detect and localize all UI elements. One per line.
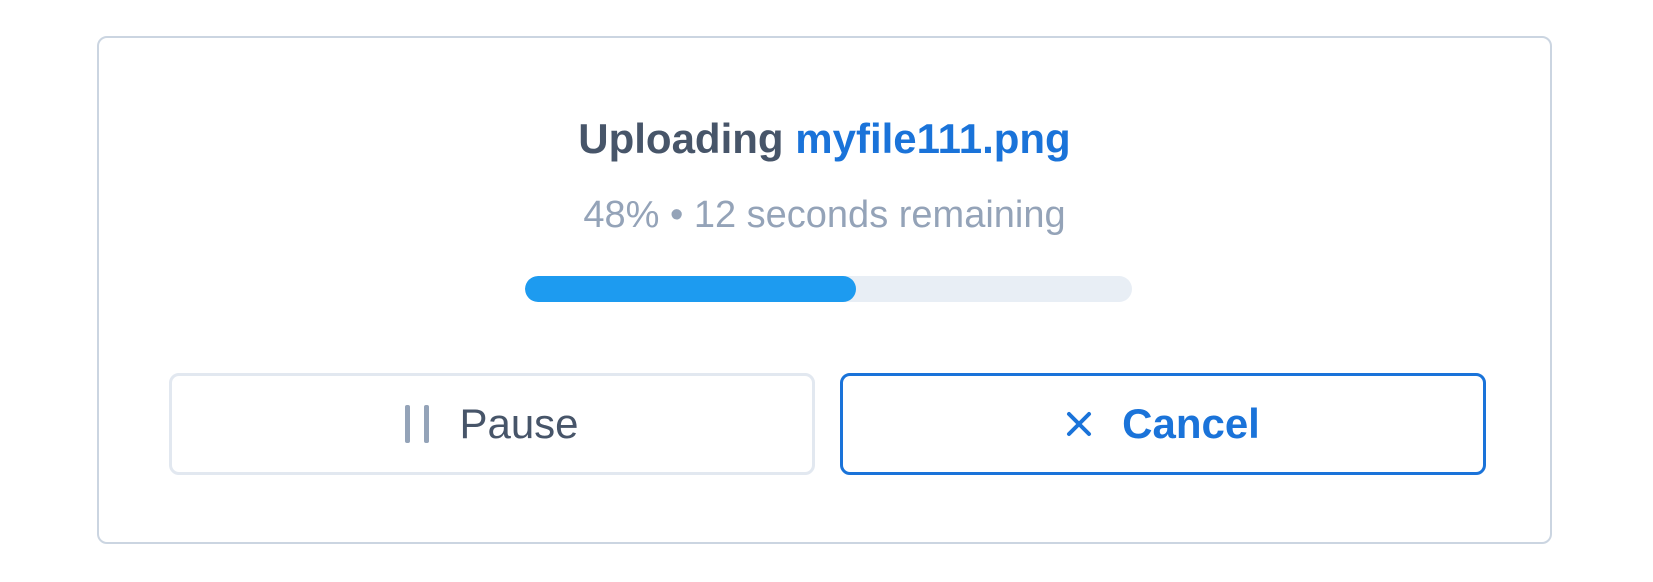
pause-button-label: Pause bbox=[459, 400, 579, 447]
upload-dialog: Uploading myfile111.png 48% • 12 seconds… bbox=[97, 36, 1552, 544]
pause-button[interactable]: Pause bbox=[169, 373, 815, 475]
cancel-button-label: Cancel bbox=[1122, 400, 1260, 447]
upload-title: Uploading myfile111.png bbox=[99, 114, 1550, 164]
cancel-button[interactable]: Cancel bbox=[840, 373, 1486, 475]
progress-bar bbox=[525, 276, 1132, 302]
close-icon bbox=[1066, 411, 1092, 437]
file-name: myfile111.png bbox=[795, 115, 1071, 162]
progress-fill bbox=[525, 276, 856, 302]
upload-status: 48% • 12 seconds remaining bbox=[583, 194, 1066, 236]
title-prefix: Uploading bbox=[578, 115, 784, 162]
pause-icon bbox=[405, 405, 430, 443]
